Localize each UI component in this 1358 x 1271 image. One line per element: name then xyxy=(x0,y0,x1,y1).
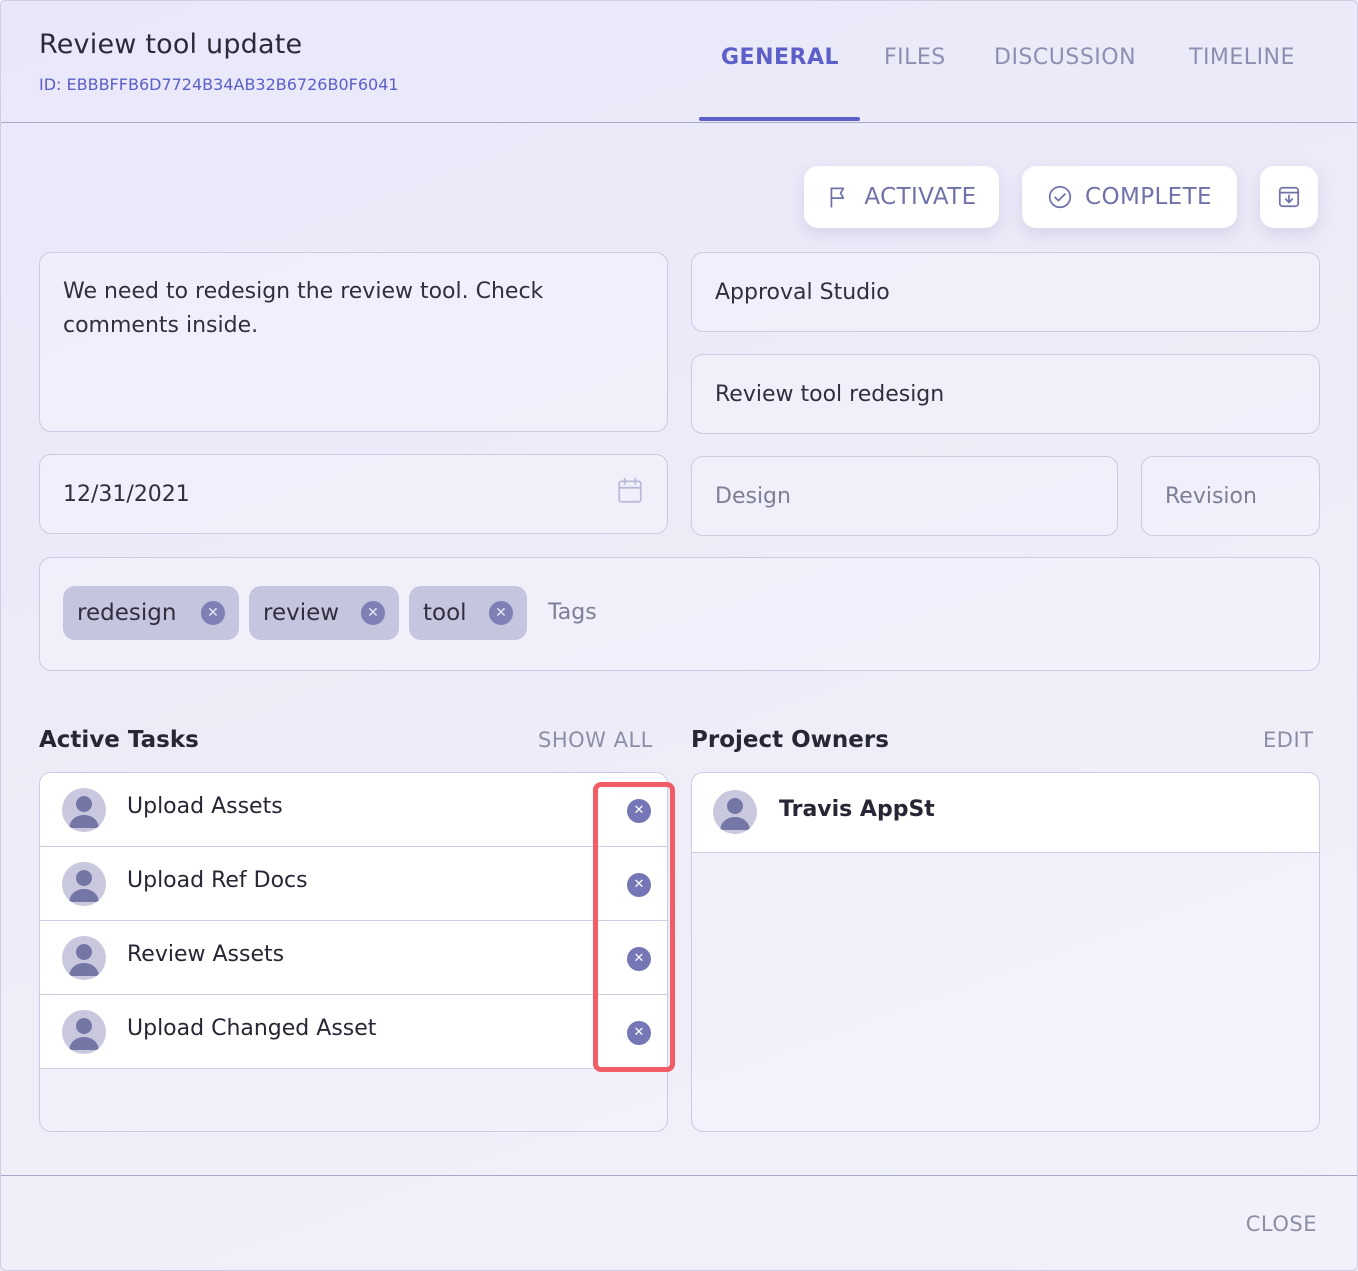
task-row[interactable]: Upload Assets ✕ xyxy=(40,773,667,847)
active-tab-indicator xyxy=(699,117,860,121)
user-icon xyxy=(69,944,99,976)
show-all-link[interactable]: SHOW ALL xyxy=(538,728,653,752)
calendar-icon[interactable] xyxy=(617,477,643,505)
remove-tag-icon[interactable]: ✕ xyxy=(201,601,225,625)
dialog-header: Review tool update ID: EBBBFFB6D7724B34A… xyxy=(1,1,1357,123)
active-tasks-list: Upload Assets ✕ Upload Ref Docs ✕ Review… xyxy=(39,772,668,1132)
tab-discussion[interactable]: DISCUSSION xyxy=(994,45,1136,70)
edit-owners-link[interactable]: EDIT xyxy=(1263,728,1313,752)
task-row[interactable]: Upload Ref Docs ✕ xyxy=(40,847,667,921)
tab-timeline[interactable]: TIMELINE xyxy=(1189,45,1295,70)
activate-button[interactable]: ACTIVATE xyxy=(804,166,999,228)
user-icon xyxy=(69,796,99,828)
active-tasks-title: Active Tasks xyxy=(39,727,199,753)
export-button[interactable] xyxy=(1260,166,1318,228)
tag-chip: review ✕ xyxy=(249,586,399,640)
category-field[interactable]: Design xyxy=(691,456,1118,536)
tag-chip: redesign ✕ xyxy=(63,586,239,640)
flag-icon xyxy=(830,187,845,208)
tags-field[interactable]: redesign ✕ review ✕ tool ✕ Tags xyxy=(39,557,1320,671)
due-date-field[interactable]: 12/31/2021 xyxy=(39,454,668,534)
complete-button[interactable]: COMPLETE xyxy=(1022,166,1237,228)
category-placeholder: Design xyxy=(715,484,791,509)
task-dialog: Review tool update ID: EBBBFFB6D7724B34A… xyxy=(0,0,1358,1271)
company-value: Approval Studio xyxy=(715,280,890,305)
tag-label: tool xyxy=(423,600,467,626)
task-row[interactable]: Review Assets ✕ xyxy=(40,921,667,995)
remove-tag-icon[interactable]: ✕ xyxy=(361,601,385,625)
task-label: Upload Assets xyxy=(127,794,283,819)
user-icon xyxy=(69,1018,99,1050)
task-label: Upload Ref Docs xyxy=(127,868,308,893)
avatar xyxy=(62,862,106,906)
project-value: Review tool redesign xyxy=(715,382,945,407)
project-owners-title: Project Owners xyxy=(691,727,889,753)
owner-name: Travis AppSt xyxy=(779,797,935,822)
tag-label: review xyxy=(263,600,340,626)
tags-input-placeholder[interactable]: Tags xyxy=(548,600,597,625)
description-field[interactable]: We need to redesign the review tool. Che… xyxy=(39,252,668,432)
company-field[interactable]: Approval Studio xyxy=(691,252,1320,332)
description-text: We need to redesign the review tool. Che… xyxy=(63,279,544,338)
remove-task-icon[interactable]: ✕ xyxy=(627,947,651,971)
complete-label: COMPLETE xyxy=(1084,184,1212,210)
dialog-title: Review tool update xyxy=(39,29,303,60)
download-box-icon xyxy=(1278,186,1300,208)
avatar xyxy=(713,790,757,834)
task-id: ID: EBBBFFB6D7724B34AB32B6726B0F6041 xyxy=(39,75,399,94)
dialog-footer: CLOSE xyxy=(1,1175,1357,1270)
project-field[interactable]: Review tool redesign xyxy=(691,354,1320,434)
tab-general[interactable]: GENERAL xyxy=(721,45,839,70)
avatar xyxy=(62,788,106,832)
user-icon xyxy=(720,798,750,830)
task-label: Review Assets xyxy=(127,942,285,967)
activate-label: ACTIVATE xyxy=(864,184,977,210)
tab-files[interactable]: FILES xyxy=(884,45,946,70)
project-owners-list: Travis AppSt xyxy=(691,772,1320,1132)
user-icon xyxy=(69,870,99,902)
close-button[interactable]: CLOSE xyxy=(1246,1212,1317,1236)
tag-chip: tool ✕ xyxy=(409,586,527,640)
revision-placeholder: Revision xyxy=(1165,484,1257,509)
remove-tag-icon[interactable]: ✕ xyxy=(489,601,513,625)
revision-field[interactable]: Revision xyxy=(1141,456,1320,536)
task-row[interactable]: Upload Changed Asset ✕ xyxy=(40,995,667,1069)
owner-row[interactable]: Travis AppSt xyxy=(692,773,1319,853)
remove-task-icon[interactable]: ✕ xyxy=(627,799,651,823)
avatar xyxy=(62,936,106,980)
due-date-value: 12/31/2021 xyxy=(63,482,190,507)
remove-task-icon[interactable]: ✕ xyxy=(627,873,651,897)
tag-label: redesign xyxy=(77,600,177,626)
remove-task-icon[interactable]: ✕ xyxy=(627,1021,651,1045)
task-label: Upload Changed Asset xyxy=(127,1016,377,1041)
check-circle-icon xyxy=(1048,185,1072,209)
avatar xyxy=(62,1010,106,1054)
